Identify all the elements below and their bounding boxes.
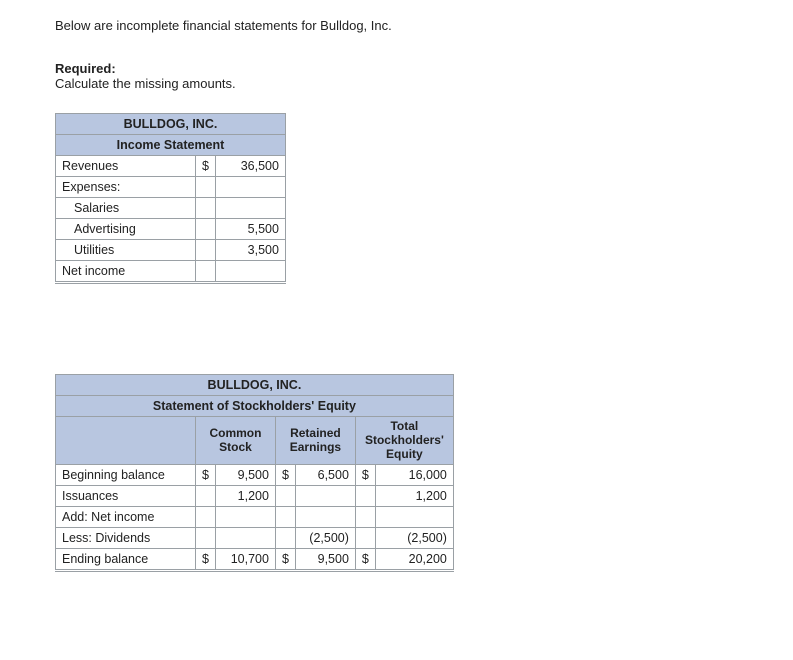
row-revenues-value: 36,500 bbox=[215, 156, 285, 177]
t2-company: BULLDOG, INC. bbox=[56, 375, 454, 396]
row-beg-re: 6,500 bbox=[295, 465, 355, 486]
row-iss-re bbox=[295, 486, 355, 507]
t2-col-total: Total Stockholders' Equity bbox=[355, 417, 453, 465]
row-iss-tot: 1,200 bbox=[375, 486, 453, 507]
row-end-label: Ending balance bbox=[56, 549, 196, 571]
row-utilities-currency bbox=[196, 240, 216, 261]
row-addni-re-input[interactable] bbox=[295, 507, 355, 528]
row-advertising-value: 5,500 bbox=[215, 219, 285, 240]
row-addni-tot-input[interactable] bbox=[375, 507, 453, 528]
row-advertising-label: Advertising bbox=[56, 219, 196, 240]
row-utilities-value: 3,500 bbox=[215, 240, 285, 261]
row-iss-cs: 1,200 bbox=[215, 486, 275, 507]
row-end-cs-cur: $ bbox=[196, 549, 216, 571]
row-div-label: Less: Dividends bbox=[56, 528, 196, 549]
row-beg-re-cur: $ bbox=[275, 465, 295, 486]
row-end-cs: 10,700 bbox=[215, 549, 275, 571]
t2-col-common: Common Stock bbox=[196, 417, 276, 465]
income-statement-table: BULLDOG, INC. Income Statement Revenues … bbox=[55, 113, 286, 284]
row-revenues-label: Revenues bbox=[56, 156, 196, 177]
row-revenues-currency: $ bbox=[196, 156, 216, 177]
row-beg-label: Beginning balance bbox=[56, 465, 196, 486]
row-beg-cs: 9,500 bbox=[215, 465, 275, 486]
row-salaries-currency bbox=[196, 198, 216, 219]
row-end-tot: 20,200 bbox=[375, 549, 453, 571]
intro-text: Below are incomplete financial statement… bbox=[55, 18, 793, 33]
row-beg-cs-cur: $ bbox=[196, 465, 216, 486]
row-advertising-currency bbox=[196, 219, 216, 240]
row-addni-label: Add: Net income bbox=[56, 507, 196, 528]
row-utilities-label: Utilities bbox=[56, 240, 196, 261]
row-addni-cs bbox=[215, 507, 275, 528]
row-iss-label: Issuances bbox=[56, 486, 196, 507]
row-salaries-input[interactable] bbox=[215, 198, 285, 219]
row-beg-tot: 16,000 bbox=[375, 465, 453, 486]
row-div-tot: (2,500) bbox=[375, 528, 453, 549]
row-div-cs bbox=[215, 528, 275, 549]
row-beg-tot-cur: $ bbox=[355, 465, 375, 486]
row-expenses-label: Expenses: bbox=[56, 177, 196, 198]
required-text: Calculate the missing amounts. bbox=[55, 76, 793, 91]
t2-blank-hdr bbox=[56, 417, 196, 465]
t2-col-retained: Retained Earnings bbox=[275, 417, 355, 465]
row-end-re: 9,500 bbox=[295, 549, 355, 571]
row-expenses-value bbox=[215, 177, 285, 198]
row-end-tot-cur: $ bbox=[355, 549, 375, 571]
row-end-re-cur: $ bbox=[275, 549, 295, 571]
row-salaries-label: Salaries bbox=[56, 198, 196, 219]
required-label: Required: bbox=[55, 61, 793, 76]
t1-company: BULLDOG, INC. bbox=[56, 114, 286, 135]
row-expenses-currency bbox=[196, 177, 216, 198]
row-div-re: (2,500) bbox=[295, 528, 355, 549]
t1-title: Income Statement bbox=[56, 135, 286, 156]
row-netincome-input[interactable] bbox=[215, 261, 285, 283]
row-netincome-label: Net income bbox=[56, 261, 196, 283]
t2-title: Statement of Stockholders' Equity bbox=[56, 396, 454, 417]
row-netincome-currency bbox=[196, 261, 216, 283]
stockholders-equity-table: BULLDOG, INC. Statement of Stockholders'… bbox=[55, 374, 454, 572]
